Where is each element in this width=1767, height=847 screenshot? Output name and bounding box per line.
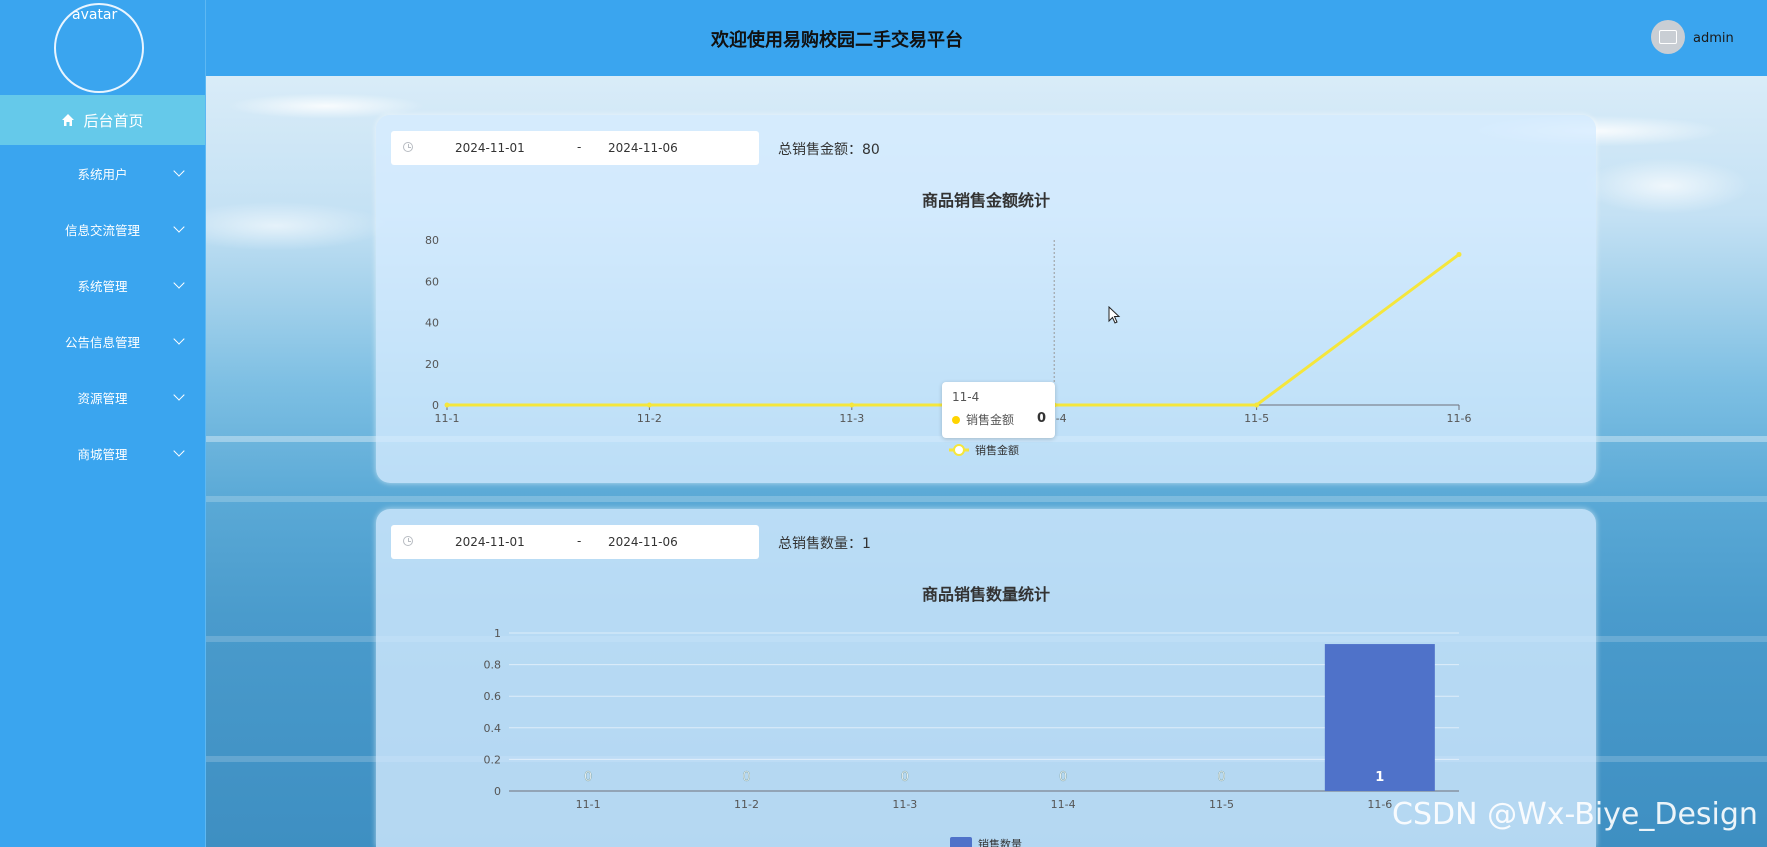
y-tick-label: 20 — [425, 358, 439, 371]
x-tick-label: 11-3 — [839, 412, 864, 425]
data-point — [646, 402, 652, 408]
tooltip-series-dot — [952, 416, 960, 424]
user-avatar[interactable] — [1651, 20, 1685, 54]
y-tick-label: 0.6 — [484, 690, 502, 703]
chevron-down-icon — [173, 389, 185, 401]
sidebar-item-label: 资源管理 — [77, 390, 128, 406]
y-tick-label: 0 — [494, 785, 501, 798]
sidebar-item-home-label: 后台首页 — [83, 111, 144, 130]
legend-marker — [950, 837, 972, 847]
x-tick-label: 11-6 — [1367, 798, 1392, 811]
data-point — [1254, 402, 1260, 408]
bar-data-label: 1 — [1375, 770, 1384, 785]
x-tick-label: 11-2 — [637, 412, 662, 425]
tooltip-value: 0 — [1037, 411, 1047, 426]
sidebar-menu: 后台首页 系统用户 信息交流管理 系统管理 公告信息管理 资源管理 商城管理 — [0, 95, 205, 481]
data-point — [1456, 251, 1462, 257]
top-header: 欢迎使用易购校园二手交易平台 admin — [206, 0, 1767, 76]
user-name[interactable]: admin — [1693, 31, 1734, 46]
y-tick-label: 1 — [494, 627, 501, 640]
chevron-down-icon — [173, 277, 185, 289]
x-tick-label: 11-6 — [1447, 412, 1472, 425]
home-icon — [62, 114, 75, 126]
page-title: 欢迎使用易购校园二手交易平台 — [711, 30, 963, 51]
image-placeholder-icon — [1659, 30, 1677, 44]
y-tick-label: 0 — [432, 399, 439, 412]
avatar[interactable]: avatar — [54, 3, 144, 93]
x-tick-label: 11-4 — [1051, 798, 1076, 811]
x-tick-label: 11-3 — [892, 798, 917, 811]
y-tick-label: 0.8 — [484, 659, 502, 672]
legend-label: 销售数量 — [978, 837, 1022, 847]
data-point — [849, 402, 855, 408]
bar-data-label: 0 — [742, 770, 750, 785]
sidebar-item-label: 系统管理 — [77, 278, 128, 294]
bar-data-label: 0 — [584, 770, 592, 785]
chevron-down-icon — [173, 333, 185, 345]
avatar-alt-text: avatar — [72, 7, 118, 23]
sidebar-item-announcements[interactable]: 公告信息管理 — [0, 313, 205, 369]
x-tick-label: 11-2 — [734, 798, 759, 811]
x-tick-label: 11-1 — [435, 412, 460, 425]
chevron-down-icon — [173, 445, 185, 457]
y-tick-label: 0.4 — [484, 722, 502, 735]
bar-data-label: 0 — [901, 770, 909, 785]
sidebar-item-label: 系统用户 — [77, 166, 128, 182]
sidebar-item-system-users[interactable]: 系统用户 — [0, 145, 205, 201]
y-tick-label: 80 — [425, 234, 439, 247]
sidebar-item-label: 公告信息管理 — [64, 334, 140, 350]
mouse-cursor-icon — [1108, 306, 1121, 324]
chevron-down-icon — [173, 165, 185, 177]
bar-data-label: 0 — [1217, 770, 1225, 785]
chevron-down-icon — [173, 221, 185, 233]
y-tick-label: 40 — [425, 317, 439, 330]
bar-11-6 — [1324, 644, 1435, 791]
legend-marker — [953, 444, 965, 456]
x-tick-label: 11-5 — [1209, 798, 1234, 811]
background-wave — [206, 496, 1767, 502]
sidebar-item-label: 商城管理 — [77, 446, 128, 462]
sales-amount-card: 2024-11-01 - 2024-11-06 总销售金额：80 商品销售金额统… — [376, 115, 1596, 483]
sidebar-item-info-exchange[interactable]: 信息交流管理 — [0, 201, 205, 257]
x-tick-label: 11-5 — [1244, 412, 1269, 425]
chart-tooltip: 11-4 销售金额 0 — [942, 382, 1055, 438]
legend-label: 销售金额 — [975, 443, 1019, 457]
bar-data-label: 0 — [1059, 770, 1067, 785]
tooltip-series-name: 销售金额 — [966, 413, 1015, 427]
sidebar-item-label: 信息交流管理 — [64, 222, 140, 238]
app-window: avatar 后台首页 系统用户 信息交流管理 系统管理 公告信息管理 资源管理… — [0, 0, 1767, 847]
x-tick-label: 11-1 — [576, 798, 601, 811]
tooltip-date: 11-4 — [952, 390, 980, 404]
y-tick-label: 0.2 — [484, 753, 502, 766]
data-point — [444, 402, 450, 408]
sidebar-item-home[interactable]: 后台首页 — [0, 95, 205, 145]
sidebar: avatar 后台首页 系统用户 信息交流管理 系统管理 公告信息管理 资源管理… — [0, 0, 206, 847]
y-tick-label: 60 — [425, 275, 439, 288]
sidebar-item-resources[interactable]: 资源管理 — [0, 369, 205, 425]
watermark: CSDN @Wx-Biye_Design — [1392, 797, 1758, 832]
sidebar-item-system-management[interactable]: 系统管理 — [0, 257, 205, 313]
sidebar-item-mall[interactable]: 商城管理 — [0, 425, 205, 481]
